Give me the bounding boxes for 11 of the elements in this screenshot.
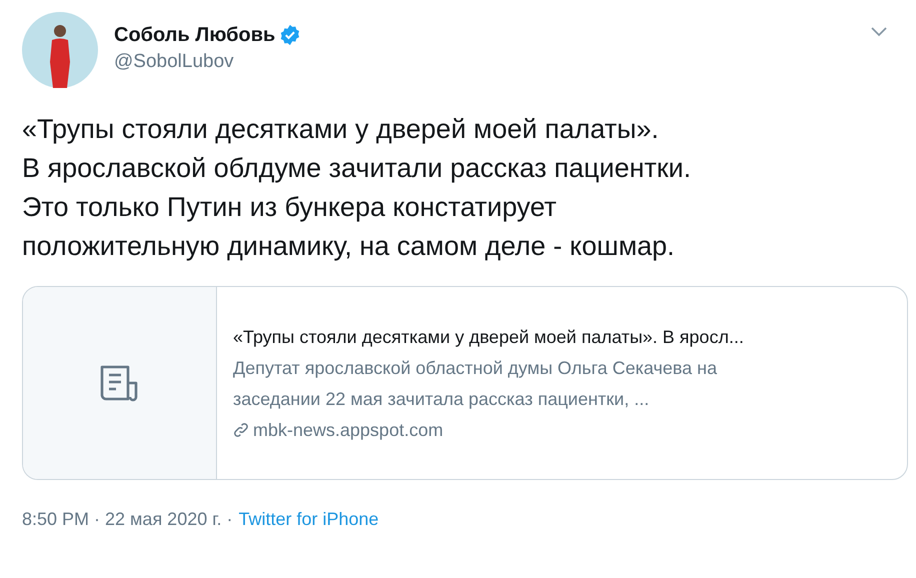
tweet-text: «Трупы стояли десятками у дверей моей палаты». В ярославской облдуме зачитали рассказ пациентки. Это только Путин из бункера констатирует положительную динамику, на самом деле - кошмар. <box>22 113 692 263</box>
card-domain: mbk-news.appspot.com <box>253 418 444 442</box>
timestamp: 8:50 PM · 22 мая 2020 г. · <box>22 508 233 531</box>
author-handle[interactable]: @SobolLubov <box>114 50 302 74</box>
link-icon <box>233 422 249 438</box>
card-description: Депутат ярославской областной думы Ольга Секачева на заседании 22 мая зачитала рассказ пациентки, ... <box>233 356 718 411</box>
link-card[interactable]: «Трупы стояли десятками у дверей моей палаты». В яросл... Депутат ярославской областной думы Ольга Секачева на заседании 22 мая зачитала рассказ пациентки, ... mbk-news.appspot.com <box>22 286 908 480</box>
chevron-down-icon[interactable] <box>870 26 888 38</box>
avatar[interactable] <box>22 12 98 88</box>
author-name[interactable]: Соболь Любовь <box>114 20 276 50</box>
card-title: «Трупы стояли десятками у дверей моей палаты». В яросл... <box>233 326 744 349</box>
